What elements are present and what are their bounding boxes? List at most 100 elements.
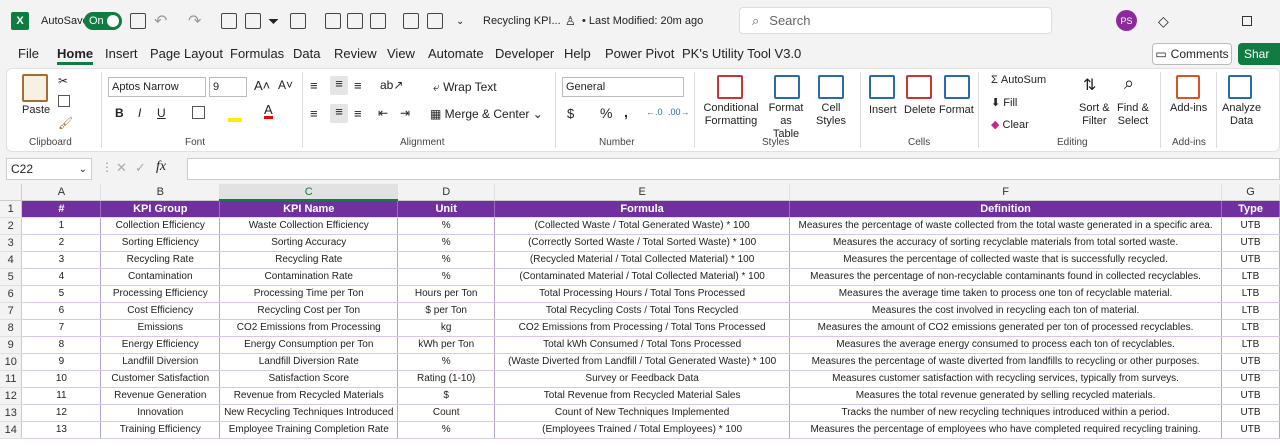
merge-center-button[interactable]: ▦ Merge & Center ⌄ [430, 107, 543, 121]
row-header[interactable]: 14 [0, 421, 23, 439]
find-select-icon[interactable]: ⌕ [1124, 73, 1134, 94]
format-cells-icon[interactable] [944, 75, 970, 99]
table-cell[interactable]: UTB [1221, 353, 1280, 371]
table-cell[interactable]: Total Revenue from Recycled Material Sal… [494, 387, 791, 405]
table-cell[interactable]: 3 [21, 251, 102, 269]
diamond-icon[interactable]: ◇ [1158, 11, 1169, 31]
table-cell[interactable]: UTB [1221, 217, 1280, 235]
align-left-icon[interactable]: ≡ [310, 106, 318, 121]
table-cell[interactable]: Energy Consumption per Ton [219, 336, 399, 354]
customize-qat-icon[interactable]: ⌄ [456, 11, 464, 31]
filter-icon[interactable]: ⏷ [268, 11, 279, 31]
table-cell[interactable]: Sorting Efficiency [100, 234, 221, 252]
table-cell[interactable]: UTB [1221, 234, 1280, 252]
table-cell[interactable]: LTB [1221, 302, 1280, 320]
calculator-icon[interactable] [403, 11, 419, 31]
table-cell[interactable]: (Contaminated Material / Total Collected… [494, 268, 791, 286]
row-header[interactable]: 5 [0, 268, 23, 286]
row-header[interactable]: 4 [0, 251, 23, 269]
row-header[interactable]: 9 [0, 336, 23, 354]
file-name[interactable]: Recycling KPI... [483, 11, 561, 31]
table-cell[interactable]: Measures the accuracy of sorting recycla… [789, 234, 1223, 252]
table-cell[interactable]: Measures the percentage of waste diverte… [789, 353, 1223, 371]
table-cell[interactable]: 6 [21, 302, 102, 320]
search-box[interactable]: ⌕ Search [739, 7, 1052, 34]
picture-icon[interactable] [245, 11, 261, 31]
copy-icon[interactable] [58, 95, 70, 107]
tab-insert[interactable]: Insert [105, 46, 138, 61]
select-all-corner[interactable] [0, 184, 23, 201]
borders-icon[interactable] [192, 106, 205, 119]
share-button[interactable]: Shar [1238, 43, 1280, 65]
save-icon[interactable] [130, 11, 146, 31]
last-modified[interactable]: • Last Modified: 20m ago [582, 11, 703, 31]
table-cell[interactable]: UTB [1221, 421, 1280, 439]
table-cell[interactable]: UTB [1221, 387, 1280, 405]
table-cell[interactable]: Measures the amount of CO2 emissions gen… [789, 319, 1223, 337]
cell-styles-icon[interactable] [818, 75, 844, 99]
tab-power-pivot[interactable]: Power Pivot [605, 46, 674, 61]
row-header[interactable]: 8 [0, 319, 23, 337]
table-cell[interactable]: Training Efficiency [100, 421, 221, 439]
table-cell[interactable]: % [397, 353, 496, 371]
decrease-indent-icon[interactable]: ⇤ [378, 106, 388, 120]
column-header-f[interactable]: F [789, 184, 1223, 201]
table-cell[interactable]: Measures the average time taken to proce… [789, 285, 1223, 303]
row-header[interactable]: 11 [0, 370, 23, 388]
table-cell[interactable]: Recycling Rate [100, 251, 221, 269]
fill-color-icon[interactable] [228, 118, 242, 122]
table-cell[interactable]: Processing Efficiency [100, 285, 221, 303]
table-cell[interactable]: Hours per Ton [397, 285, 496, 303]
header-cell[interactable]: # [21, 200, 102, 218]
analyze-data-icon[interactable] [1228, 75, 1252, 99]
align-top-icon[interactable]: ≡ [310, 78, 318, 93]
align-right-icon[interactable]: ≡ [354, 106, 362, 121]
table-cell[interactable]: Measures the percentage of non-recyclabl… [789, 268, 1223, 286]
table-cell[interactable]: Landfill Diversion [100, 353, 221, 371]
bold-icon[interactable]: B [115, 106, 124, 120]
tab-help[interactable]: Help [564, 46, 591, 61]
table-cell[interactable]: 7 [21, 319, 102, 337]
table-cell[interactable]: Survey or Feedback Data [494, 370, 791, 388]
row-header[interactable]: 2 [0, 217, 23, 235]
add-ins-icon[interactable] [1176, 75, 1200, 99]
font-size-select[interactable]: 9 [209, 77, 247, 97]
table-cell[interactable]: 13 [21, 421, 102, 439]
header-cell[interactable]: KPI Name [219, 200, 399, 218]
table-cell[interactable]: UTB [1221, 404, 1280, 422]
orientation-icon[interactable]: ab↗ [380, 78, 403, 92]
increase-indent-icon[interactable]: ⇥ [400, 106, 410, 120]
tab-home[interactable]: Home [57, 46, 94, 65]
table-cell[interactable]: kWh per Ton [397, 336, 496, 354]
redo-icon[interactable]: ↷ [188, 11, 201, 31]
table-cell[interactable]: Waste Collection Efficiency [219, 217, 399, 235]
table-cell[interactable]: UTB [1221, 251, 1280, 269]
add-ins-button[interactable]: Add-ins [1170, 102, 1207, 114]
table-cell[interactable]: Sorting Accuracy [219, 234, 399, 252]
avatar[interactable]: PS [1116, 10, 1137, 31]
table-cell[interactable]: New Recycling Techniques Introduced [219, 404, 399, 422]
format-as-table-icon[interactable] [774, 75, 800, 99]
table-cell[interactable]: % [397, 217, 496, 235]
table-cell[interactable]: Contamination [100, 268, 221, 286]
tab-review[interactable]: Review [334, 46, 377, 61]
cancel-icon[interactable]: ✕ [116, 160, 127, 176]
table-cell[interactable]: Cost Efficiency [100, 302, 221, 320]
formula-input[interactable] [187, 158, 1280, 180]
currency-icon[interactable]: $ [567, 106, 574, 121]
increase-font-icon[interactable]: A˄ [254, 78, 270, 93]
sort-icon[interactable] [347, 11, 363, 31]
sort-filter-button[interactable]: Sort & Filter [1079, 102, 1110, 128]
table-cell[interactable]: Measures the percentage of collected was… [789, 251, 1223, 269]
format-as-table-button[interactable]: Format as Table [762, 102, 810, 141]
paste-label[interactable]: Paste [22, 104, 50, 116]
table-cell[interactable]: (Waste Diverted from Landfill / Total Ge… [494, 353, 791, 371]
font-color-icon[interactable]: A [264, 103, 273, 119]
tab-utility-tool[interactable]: PK's Utility Tool V3.0 [682, 46, 801, 61]
align-middle-icon[interactable]: ≡ [330, 76, 348, 95]
table-cell[interactable]: LTB [1221, 285, 1280, 303]
table-cell[interactable]: 2 [21, 234, 102, 252]
table-cell[interactable]: Collection Efficiency [100, 217, 221, 235]
table-cell[interactable]: Measures the total revenue generated by … [789, 387, 1223, 405]
row-header[interactable]: 1 [0, 200, 23, 218]
